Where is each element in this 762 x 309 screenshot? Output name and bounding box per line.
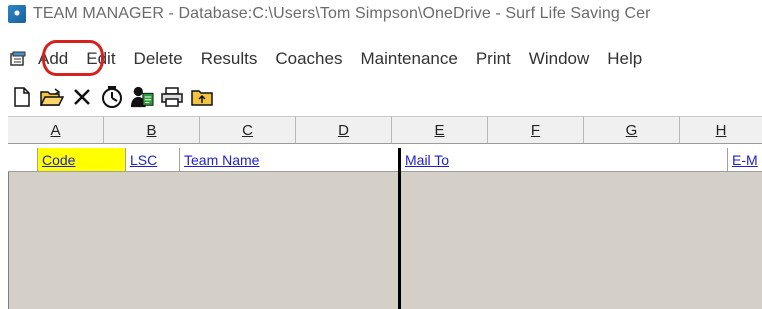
title-bar: TEAM MANAGER - Database:C:\Users\Tom Sim…: [0, 0, 762, 28]
row-selector-header[interactable]: [8, 148, 38, 171]
grid-header-code[interactable]: Code: [38, 148, 126, 171]
toolbar: [0, 80, 762, 114]
grid-header-email[interactable]: E-M: [728, 148, 762, 171]
grid-header-row: Code LSC Team Name Mail To E-M: [8, 148, 762, 172]
menu-bar: Add Edit Delete Results Coaches Maintena…: [0, 44, 762, 74]
grid-header-lsc[interactable]: LSC: [126, 148, 180, 171]
open-folder-icon[interactable]: [40, 85, 64, 109]
column-letter-header: A B C D E F G H: [8, 116, 762, 144]
column-header-h[interactable]: H: [680, 117, 762, 143]
column-header-f[interactable]: F: [488, 117, 584, 143]
window-title: TEAM MANAGER - Database:C:\Users\Tom Sim…: [33, 5, 651, 22]
grid-header-team-name[interactable]: Team Name: [180, 148, 398, 171]
new-file-icon[interactable]: [10, 85, 34, 109]
menu-coaches[interactable]: Coaches: [275, 49, 342, 69]
team-grid[interactable]: Code LSC Team Name Mail To E-M: [8, 148, 762, 309]
app-logo-icon: [8, 5, 26, 23]
grid-header-mail-to[interactable]: Mail To: [401, 148, 728, 171]
pane-splitter[interactable]: [398, 148, 401, 309]
menu-print[interactable]: Print: [476, 49, 511, 69]
menu-delete[interactable]: Delete: [134, 49, 183, 69]
column-header-e[interactable]: E: [392, 117, 488, 143]
coach-icon[interactable]: [130, 85, 154, 109]
menu-edit[interactable]: Edit: [86, 49, 115, 69]
menu-add[interactable]: Add: [38, 49, 68, 69]
menu-help[interactable]: Help: [607, 49, 642, 69]
menu-window[interactable]: Window: [529, 49, 589, 69]
column-header-d[interactable]: D: [296, 117, 392, 143]
column-header-b[interactable]: B: [104, 117, 200, 143]
system-menu-icon[interactable]: [10, 51, 28, 67]
print-icon[interactable]: [160, 85, 184, 109]
clock-icon[interactable]: [100, 85, 124, 109]
delete-x-icon[interactable]: [70, 85, 94, 109]
folder-up-icon[interactable]: [190, 85, 214, 109]
grid-left-border: [8, 148, 9, 309]
column-header-g[interactable]: G: [584, 117, 680, 143]
column-header-a[interactable]: A: [8, 117, 104, 143]
column-header-c[interactable]: C: [200, 117, 296, 143]
menu-maintenance[interactable]: Maintenance: [360, 49, 457, 69]
menu-results[interactable]: Results: [201, 49, 258, 69]
